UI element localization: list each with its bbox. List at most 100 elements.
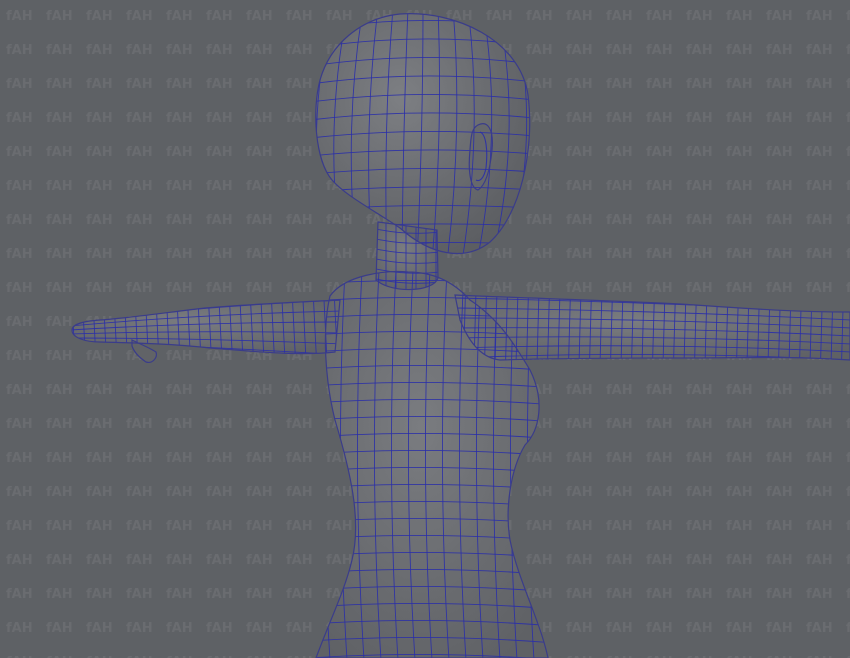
watermark-text: fAH xyxy=(686,9,713,24)
watermark-text: fAH xyxy=(686,485,713,500)
watermark-text: fAH xyxy=(766,145,793,160)
watermark-text: fAH xyxy=(846,587,850,602)
watermark-text: fAH xyxy=(566,77,593,92)
watermark-text: fAH xyxy=(726,77,753,92)
watermark-text: fAH xyxy=(766,519,793,534)
watermark-text: fAH xyxy=(166,451,193,466)
watermark-text: fAH xyxy=(166,519,193,534)
watermark-text: fAH xyxy=(126,43,153,58)
watermark-text: fAH xyxy=(126,9,153,24)
watermark-text: fAH xyxy=(526,281,553,296)
watermark-text: fAH xyxy=(206,349,233,364)
watermark-text: fAH xyxy=(246,247,273,262)
watermark-text: fAH xyxy=(6,111,33,126)
watermark-text: fAH xyxy=(6,9,33,24)
watermark-text: fAH xyxy=(166,77,193,92)
character-mesh[interactable] xyxy=(70,8,850,658)
watermark-text: fAH xyxy=(686,179,713,194)
watermark-text: fAH xyxy=(6,417,33,432)
watermark-text: fAH xyxy=(86,9,113,24)
watermark-text: fAH xyxy=(686,247,713,262)
watermark-text: fAH xyxy=(206,587,233,602)
watermark-text: fAH xyxy=(246,383,273,398)
watermark-text: fAH xyxy=(646,213,673,228)
watermark-text: fAH xyxy=(206,417,233,432)
watermark-text: fAH xyxy=(166,213,193,228)
watermark-text: fAH xyxy=(166,247,193,262)
watermark-text: fAH xyxy=(566,451,593,466)
watermark-text: fAH xyxy=(246,553,273,568)
watermark-text: fAH xyxy=(766,213,793,228)
watermark-text: fAH xyxy=(726,519,753,534)
watermark-text: fAH xyxy=(246,621,273,636)
watermark-text: fAH xyxy=(286,553,313,568)
watermark-text: fAH xyxy=(46,179,73,194)
3d-viewport[interactable]: fAH fAH fAH fAH fAH fAH fAH fAH fAH fAH fAH fAH fAH f… xyxy=(0,0,850,658)
watermark-text: fAH xyxy=(806,179,833,194)
watermark-text: fAH xyxy=(246,179,273,194)
watermark-text: fAH xyxy=(726,111,753,126)
watermark-text: fAH xyxy=(646,43,673,58)
watermark-text: fAH xyxy=(166,281,193,296)
watermark-text: fAH xyxy=(86,587,113,602)
watermark-text: fAH xyxy=(766,247,793,262)
watermark-text: fAH xyxy=(126,281,153,296)
watermark-text: fAH xyxy=(846,213,850,228)
watermark-text: fAH xyxy=(566,587,593,602)
watermark-text: fAH xyxy=(6,281,33,296)
watermark-text: fAH xyxy=(766,417,793,432)
watermark-text: fAH xyxy=(566,383,593,398)
watermark-text: fAH xyxy=(46,77,73,92)
watermark-text: fAH xyxy=(606,77,633,92)
watermark-text: fAH xyxy=(806,417,833,432)
watermark-text: fAH xyxy=(806,383,833,398)
watermark-text: fAH xyxy=(126,485,153,500)
watermark-text: fAH xyxy=(206,621,233,636)
watermark-text: fAH xyxy=(566,111,593,126)
watermark-text: fAH xyxy=(766,587,793,602)
watermark-text: fAH xyxy=(326,553,353,568)
watermark-text: fAH xyxy=(246,111,273,126)
watermark-text: fAH xyxy=(206,247,233,262)
watermark-text: fAH xyxy=(46,519,73,534)
watermark-text: fAH xyxy=(646,553,673,568)
watermark-text: fAH xyxy=(286,621,313,636)
watermark-text: fAH xyxy=(606,519,633,534)
watermark-text: fAH xyxy=(166,145,193,160)
watermark-text: fAH xyxy=(46,281,73,296)
watermark-text: fAH xyxy=(86,417,113,432)
watermark-text: fAH xyxy=(46,553,73,568)
watermark-text: fAH xyxy=(566,213,593,228)
watermark-text: fAH xyxy=(246,485,273,500)
watermark-text: fAH xyxy=(606,281,633,296)
watermark-text: fAH xyxy=(286,383,313,398)
watermark-text: fAH xyxy=(286,213,313,228)
watermark-text: fAH xyxy=(46,349,73,364)
watermark-text: fAH xyxy=(566,281,593,296)
watermark-text: fAH xyxy=(166,111,193,126)
watermark-text: fAH xyxy=(6,485,33,500)
watermark-text: fAH xyxy=(806,451,833,466)
watermark-text: fAH xyxy=(646,621,673,636)
watermark-text: fAH xyxy=(46,247,73,262)
watermark-text: fAH xyxy=(646,451,673,466)
watermark-text: fAH xyxy=(206,111,233,126)
watermark-text: fAH xyxy=(126,451,153,466)
watermark-text: fAH xyxy=(246,43,273,58)
watermark-text: fAH xyxy=(806,111,833,126)
watermark-text: fAH xyxy=(766,485,793,500)
watermark-text: fAH xyxy=(206,145,233,160)
watermark-text: fAH xyxy=(726,213,753,228)
watermark-text: fAH xyxy=(326,213,353,228)
watermark-text: fAH xyxy=(686,451,713,466)
watermark-text: fAH xyxy=(606,417,633,432)
watermark-text: fAH xyxy=(526,519,553,534)
watermark-text: fAH xyxy=(606,451,633,466)
watermark-text: fAH xyxy=(166,9,193,24)
watermark-text: fAH xyxy=(166,417,193,432)
watermark-text: fAH xyxy=(646,587,673,602)
watermark-text: fAH xyxy=(166,553,193,568)
watermark-text: fAH xyxy=(86,553,113,568)
watermark-text: fAH xyxy=(46,621,73,636)
watermark-text: fAH xyxy=(606,621,633,636)
